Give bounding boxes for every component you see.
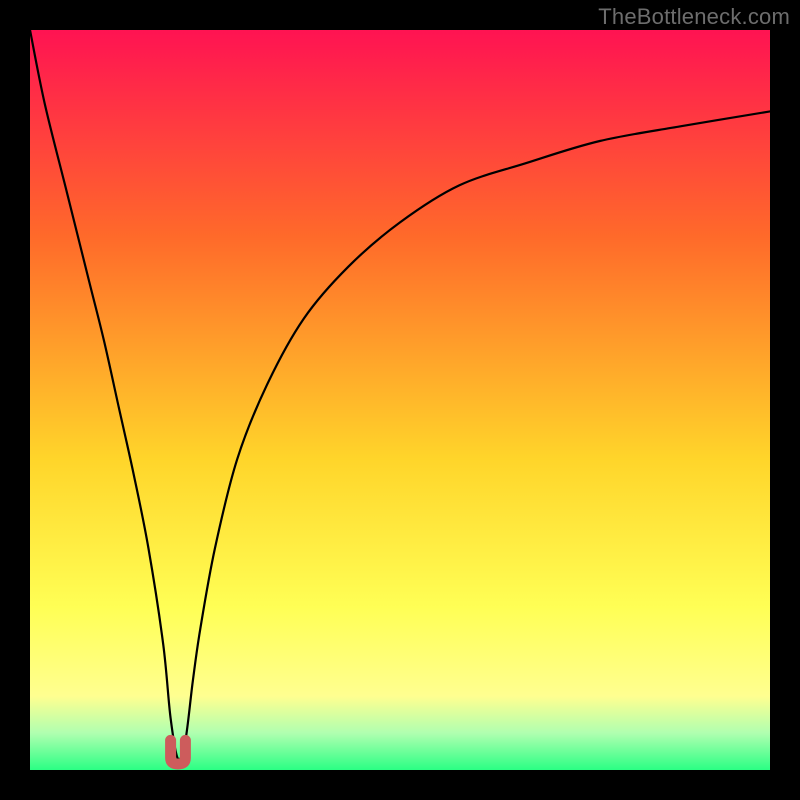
chart-frame: TheBottleneck.com	[0, 0, 800, 800]
plot-area	[30, 30, 770, 770]
gradient-background	[30, 30, 770, 770]
bottleneck-chart	[30, 30, 770, 770]
watermark-text: TheBottleneck.com	[598, 4, 790, 30]
